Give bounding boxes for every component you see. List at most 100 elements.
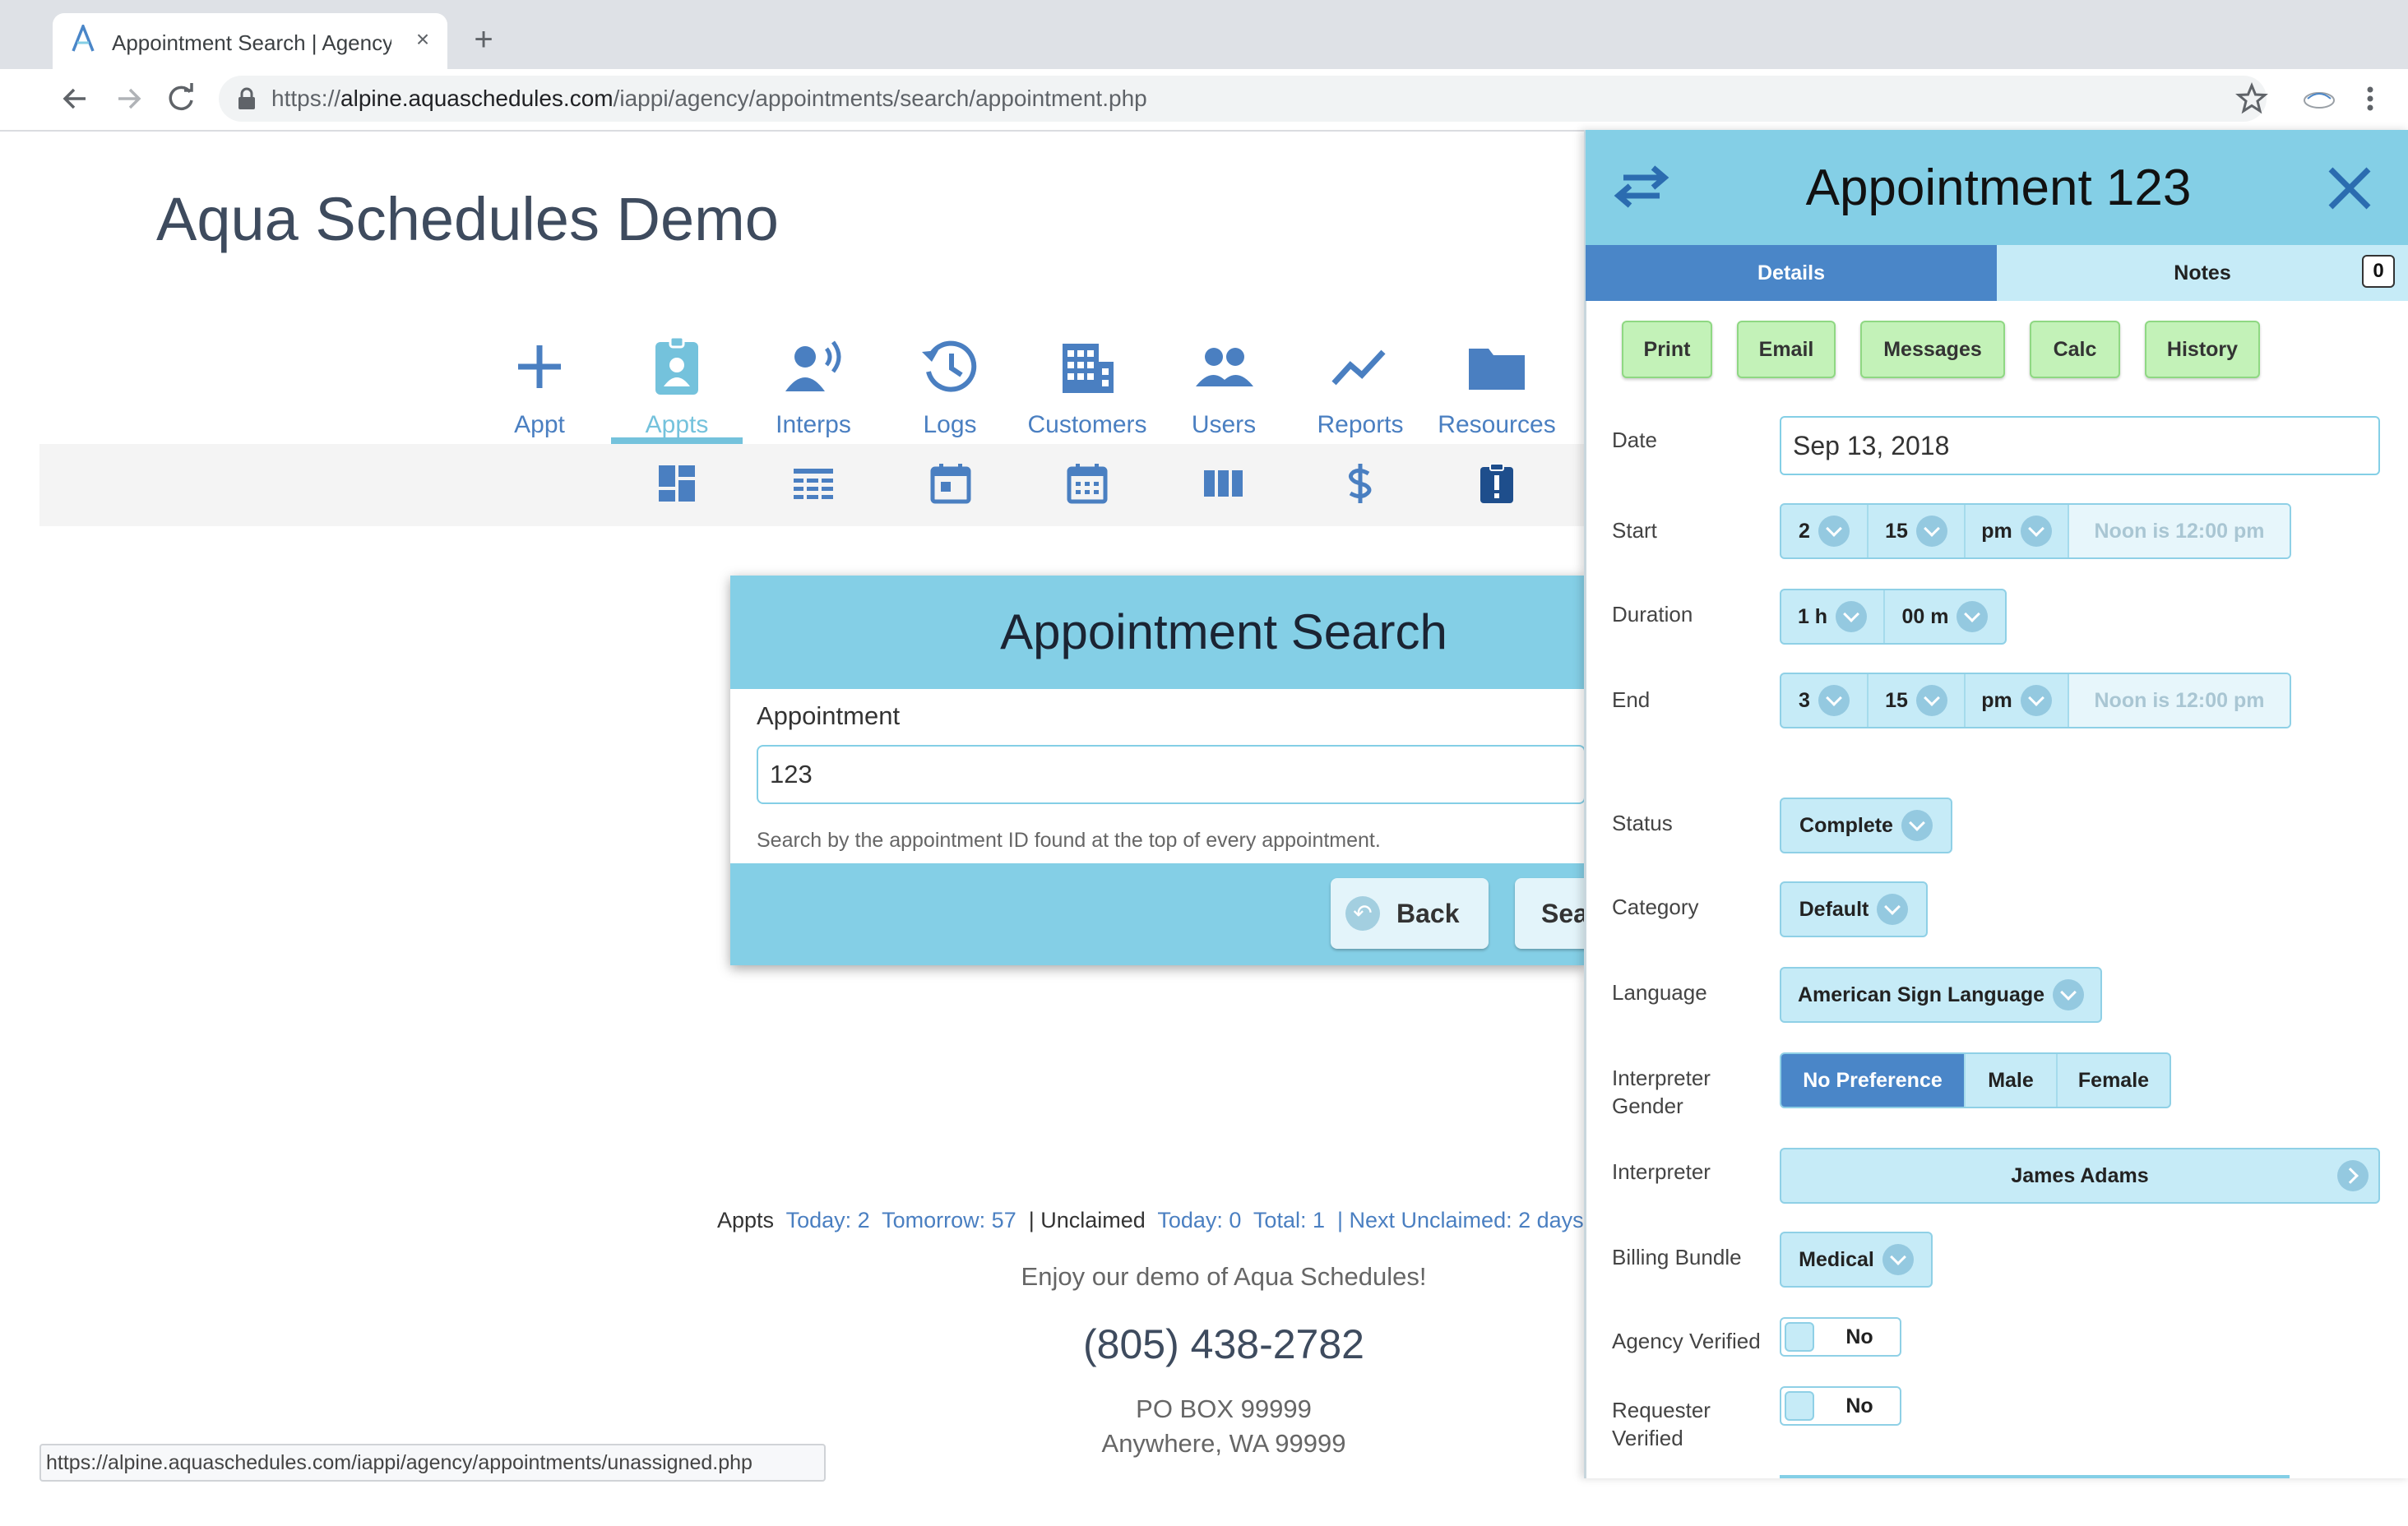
gender-male[interactable]: Male xyxy=(1966,1054,2058,1107)
end-hour-select[interactable]: 3 xyxy=(1781,674,1869,727)
interpreter-label: Interpreter xyxy=(1612,1159,1711,1184)
footer-phone: (805) 438-2782 xyxy=(1083,1321,1364,1367)
history-icon xyxy=(922,340,977,392)
stats-appts-label: Appts xyxy=(717,1208,775,1232)
stats-next-unclaimed-link[interactable]: | Next Unclaimed: 2 days 19 hours xyxy=(1337,1208,1589,1232)
lock-icon xyxy=(238,87,255,109)
email-button[interactable]: Email xyxy=(1737,321,1836,378)
footer-address-line-2: Anywhere, WA 99999 xyxy=(1101,1429,1346,1458)
history-button[interactable]: History xyxy=(2145,321,2260,378)
duration-hours-select[interactable]: 1 h xyxy=(1781,590,1885,643)
dashboard-icon[interactable] xyxy=(654,460,700,506)
extension-icon[interactable] xyxy=(2299,84,2339,113)
clipboard-alert-icon[interactable] xyxy=(1474,460,1520,506)
nav-label: Logs xyxy=(923,411,977,438)
tab-close-icon[interactable]: × xyxy=(408,25,438,54)
start-minute-select[interactable]: 15 xyxy=(1869,505,1966,557)
forward-arrow-icon[interactable] xyxy=(109,79,148,118)
print-button[interactable]: Print xyxy=(1622,321,1712,378)
category-select-inner[interactable]: Default xyxy=(1781,883,1926,936)
new-tab-button[interactable]: + xyxy=(465,23,502,59)
nav-item-logs[interactable]: Logs xyxy=(884,324,1016,447)
language-value: American Sign Language xyxy=(1797,983,2045,1006)
nav-label: Interps xyxy=(776,411,851,438)
chevron-down-icon xyxy=(2020,516,2052,547)
dollar-icon[interactable] xyxy=(1337,460,1383,506)
start-label: Start xyxy=(1612,518,1657,543)
nav-item-appt[interactable]: Appt xyxy=(474,324,605,447)
end-ampm-select[interactable]: pm xyxy=(1966,674,2069,727)
chevron-down-icon xyxy=(1915,685,1947,716)
duration-picker[interactable]: 1 h 00 m xyxy=(1780,589,2007,645)
nav-label: Appt xyxy=(514,411,565,438)
start-hour-select[interactable]: 2 xyxy=(1781,505,1869,557)
calc-button[interactable]: Calc xyxy=(2030,321,2120,378)
end-time-picker[interactable]: 3 15 pm Noon is 12:00 pm xyxy=(1780,673,2291,728)
start-hour-value: 2 xyxy=(1799,519,1810,543)
chevron-right-icon xyxy=(2337,1160,2369,1191)
calendar-month-icon[interactable] xyxy=(1064,460,1110,506)
end-minute-value: 15 xyxy=(1885,688,1908,712)
status-select[interactable]: Complete xyxy=(1780,798,1952,853)
tab-details[interactable]: Details xyxy=(1586,245,1997,301)
appointment-id-input[interactable] xyxy=(757,745,1586,804)
date-input[interactable]: Sep 13, 2018 xyxy=(1780,416,2380,475)
requester-verified-toggle[interactable]: No xyxy=(1780,1386,1901,1426)
nav-item-appts[interactable]: Appts xyxy=(611,324,743,447)
tab-notes[interactable]: Notes xyxy=(1997,245,2408,301)
stats-today-link[interactable]: Today: 2 xyxy=(786,1208,870,1232)
bookmark-star-icon[interactable] xyxy=(2235,82,2268,115)
start-noon-hint: Noon is 12:00 pm xyxy=(2069,505,2290,557)
columns-icon[interactable] xyxy=(1201,460,1247,506)
calendar-day-icon[interactable] xyxy=(928,460,974,506)
notes-count-badge: 0 xyxy=(2362,255,2395,288)
billing-bundle-select[interactable]: Medical xyxy=(1780,1232,1933,1288)
messages-button[interactable]: Messages xyxy=(1860,321,2005,378)
interpreter-select-inner[interactable]: James Adams xyxy=(1781,1149,2378,1202)
toggle-knob xyxy=(1785,1391,1814,1421)
start-ampm-select[interactable]: pm xyxy=(1966,505,2069,557)
chevron-down-icon xyxy=(1901,810,1933,841)
start-time-picker[interactable]: 2 15 pm Noon is 12:00 pm xyxy=(1780,503,2291,559)
nav-label: Users xyxy=(1191,411,1257,438)
app-title: Aqua Schedules Demo xyxy=(156,185,779,253)
interpreter-select[interactable]: James Adams xyxy=(1780,1148,2380,1204)
language-select[interactable]: American Sign Language xyxy=(1780,967,2102,1023)
end-noon-hint: Noon is 12:00 pm xyxy=(2069,674,2290,727)
duration-minutes-value: 00 m xyxy=(1901,604,1949,628)
nav-item-users[interactable]: Users xyxy=(1158,324,1290,447)
chevron-down-icon xyxy=(2020,685,2052,716)
nav-item-reports[interactable]: Reports xyxy=(1294,324,1426,447)
duration-minutes-select[interactable]: 00 m xyxy=(1885,590,2005,643)
billing-bundle-select-inner[interactable]: Medical xyxy=(1781,1233,1931,1286)
end-minute-select[interactable]: 15 xyxy=(1869,674,1966,727)
appointment-help-text: Search by the appointment ID found at th… xyxy=(757,829,1381,852)
status-select-inner[interactable]: Complete xyxy=(1781,799,1951,852)
nav-item-interps[interactable]: Interps xyxy=(748,324,879,447)
table-icon[interactable] xyxy=(790,460,836,506)
aqua-logo-icon xyxy=(72,25,95,52)
gender-no-preference[interactable]: No Preference xyxy=(1781,1054,1966,1107)
url-scheme: https:// xyxy=(271,86,341,111)
browser-tab[interactable]: Appointment Search | Agency × xyxy=(53,13,447,69)
back-arrow-icon[interactable] xyxy=(56,79,95,118)
reload-icon[interactable] xyxy=(161,79,201,118)
nav-label: Appts xyxy=(645,411,709,438)
kebab-menu-icon[interactable] xyxy=(2360,82,2380,115)
category-select[interactable]: Default xyxy=(1780,881,1928,937)
interpreter-gender-label: Interpreter Gender xyxy=(1612,1066,1711,1118)
stats-unclaimed-today-link[interactable]: Today: 0 xyxy=(1157,1208,1241,1232)
stats-tomorrow-link[interactable]: Tomorrow: 57 xyxy=(882,1208,1016,1232)
agency-verified-toggle[interactable]: No xyxy=(1780,1317,1901,1357)
status-label: Status xyxy=(1612,811,1673,835)
chevron-down-icon xyxy=(1915,516,1947,547)
nav-item-resources[interactable]: Resources xyxy=(1431,324,1563,447)
gender-female[interactable]: Female xyxy=(2058,1054,2170,1107)
stats-unclaimed-total-link[interactable]: Total: 1 xyxy=(1253,1208,1325,1232)
interpreter-gender-toggle[interactable]: No Preference Male Female xyxy=(1780,1052,2171,1108)
stats-unclaimed-label: | Unclaimed xyxy=(1028,1208,1146,1232)
nav-item-customers[interactable]: Customers xyxy=(1021,324,1153,447)
url-text: https://alpine.aquaschedules.com/iappi/a… xyxy=(271,82,2081,115)
language-select-inner[interactable]: American Sign Language xyxy=(1781,969,2100,1021)
close-icon[interactable] xyxy=(2321,160,2378,217)
